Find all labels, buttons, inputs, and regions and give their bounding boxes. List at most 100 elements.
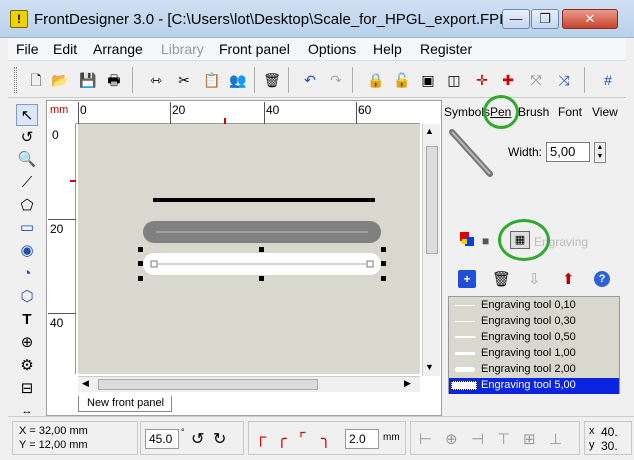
circle-tool-icon[interactable]: ◉ — [16, 240, 38, 262]
help-icon[interactable]: ? — [594, 271, 610, 287]
gear-tool-icon[interactable]: ⚙ — [16, 355, 38, 377]
menu-help[interactable]: Help — [373, 41, 402, 57]
color-fill-icon[interactable] — [460, 232, 474, 246]
selection-handle[interactable] — [138, 261, 143, 266]
tab-view[interactable]: View — [592, 105, 618, 119]
center-horizontal-icon[interactable]: ✛ — [472, 70, 492, 90]
selection-handle[interactable] — [259, 247, 264, 252]
menu-file[interactable]: File — [16, 41, 39, 57]
minimize-button[interactable]: — — [502, 9, 530, 29]
lock-icon[interactable]: 🔒 — [366, 70, 386, 90]
tab-new-front-panel[interactable]: New front panel — [78, 396, 172, 412]
node-handle[interactable] — [366, 260, 374, 268]
selection-handle[interactable] — [138, 247, 143, 252]
align-bottom-icon[interactable]: ⊥ — [549, 430, 562, 448]
menu-front-panel[interactable]: Front panel — [219, 41, 290, 57]
unlock-icon[interactable]: 🔓 — [392, 70, 412, 90]
delete-icon[interactable]: 🗑 — [262, 70, 282, 90]
center-vertical-icon[interactable]: ✚ — [498, 70, 518, 90]
list-item[interactable]: Engraving tool 0,10 — [449, 298, 619, 314]
panel-drawing — [138, 198, 386, 281]
open-folder-icon[interactable]: 📂 — [50, 70, 70, 90]
corner-round-icon[interactable]: ╭ — [277, 429, 287, 449]
hexagon-tool-icon[interactable]: ⬡ — [16, 286, 38, 308]
corner-square-icon[interactable]: ┌ — [255, 429, 266, 447]
width-spinner[interactable]: ▲ ▼ — [594, 142, 606, 163]
close-button[interactable]: ✕ — [562, 9, 618, 29]
bring-front-icon[interactable]: ▣ — [418, 70, 438, 90]
group-icon[interactable]: 👥 — [228, 70, 248, 90]
selection-handle[interactable] — [381, 261, 386, 266]
list-item-label: Engraving tool 0,30 — [481, 315, 576, 327]
polygon-tool-icon[interactable]: ⬠ — [16, 195, 38, 217]
new-file-icon[interactable]: 🗋 — [26, 70, 46, 90]
mixed-fill-icon[interactable]: ■ — [482, 234, 489, 248]
width-input[interactable]: 5,00 — [546, 142, 590, 162]
align-right-icon[interactable]: ⊣ — [471, 430, 484, 448]
menu-edit[interactable]: Edit — [53, 41, 77, 57]
align-top-icon[interactable]: ⊤ — [497, 430, 510, 448]
align-middle-icon[interactable]: ⊞ — [523, 430, 536, 448]
toolbar-grip[interactable] — [14, 67, 17, 93]
selection-handle[interactable] — [381, 276, 386, 281]
maximize-button[interactable]: ❐ — [531, 9, 559, 29]
scroll-down-icon[interactable]: ▼ — [425, 362, 434, 372]
zoom-icon[interactable]: 🔍 — [16, 149, 38, 171]
align-left-icon[interactable]: ⊢ — [419, 430, 432, 448]
corner-inner-icon[interactable]: ╮ — [321, 429, 331, 449]
vertical-scrollbar[interactable]: ▲ ▼ — [422, 124, 440, 376]
undo-icon[interactable]: ↶ — [300, 70, 320, 90]
line-tool-icon[interactable]: ⟋ — [16, 172, 38, 194]
text-tool-icon[interactable]: T — [16, 309, 38, 331]
tab-brush[interactable]: Brush — [518, 105, 549, 119]
list-item[interactable]: Engraving tool 0,30 — [449, 314, 619, 330]
selection-handle[interactable] — [381, 247, 386, 252]
scroll-left-icon[interactable]: ◀ — [82, 378, 89, 389]
collapse-icon[interactable]: ⤨ — [554, 70, 574, 90]
selection-handle[interactable] — [259, 276, 264, 281]
list-item[interactable]: Engraving tool 1,00 — [449, 346, 619, 362]
scroll-up-icon[interactable]: ▲ — [425, 126, 434, 136]
scroll-right-icon[interactable]: ▶ — [404, 378, 411, 389]
hole-tool-icon[interactable]: ⊕ — [16, 332, 38, 354]
expand-icon[interactable]: ⤧ — [526, 70, 546, 90]
save-icon[interactable]: 💾 — [78, 70, 98, 90]
scroll-thumb[interactable] — [98, 379, 318, 390]
print-icon[interactable]: 🖶 — [104, 70, 124, 90]
node-handle[interactable] — [150, 260, 158, 268]
list-item[interactable]: Engraving tool 0,50 — [449, 330, 619, 346]
corner-chamfer-icon[interactable]: ⌜ — [299, 429, 307, 449]
angle-input[interactable]: 45.0 — [145, 429, 179, 449]
menu-library[interactable]: Library — [161, 41, 204, 57]
dsub-tool-icon[interactable]: ⊟ — [16, 378, 38, 400]
arc-tool-icon[interactable]: ◔ — [16, 263, 38, 285]
list-item-selected[interactable]: Engraving tool 5,00 — [449, 378, 619, 394]
align-center-icon[interactable]: ⊕ — [445, 430, 458, 448]
menu-arrange[interactable]: Arrange — [93, 41, 143, 57]
redo-icon[interactable]: ↷ — [326, 70, 346, 90]
menu-options[interactable]: Options — [308, 41, 356, 57]
send-back-icon[interactable]: ◫ — [444, 70, 464, 90]
menu-register[interactable]: Register — [420, 41, 472, 57]
front-panel[interactable] — [78, 124, 420, 374]
rotate-tool-icon[interactable]: ↺ — [16, 127, 38, 149]
selection-handle[interactable] — [138, 276, 143, 281]
add-tool-icon[interactable]: + — [458, 270, 476, 288]
mirror-icon[interactable]: ⇿ — [146, 70, 166, 90]
tab-font[interactable]: Font — [558, 105, 582, 119]
grid-icon[interactable]: # — [598, 70, 618, 90]
cut-icon[interactable]: ✂ — [174, 70, 194, 90]
move-up-icon[interactable]: ⬆ — [562, 270, 575, 288]
horizontal-scrollbar[interactable]: ◀ ▶ — [78, 376, 420, 392]
rotate-ccw-icon[interactable]: ↺ — [191, 429, 204, 449]
move-down-icon[interactable]: ⇩ — [528, 270, 541, 288]
scroll-thumb[interactable] — [426, 146, 438, 254]
rectangle-tool-icon[interactable]: ▭ — [16, 217, 38, 239]
delete-tool-icon[interactable]: 🗑 — [492, 270, 511, 288]
paste-icon[interactable]: 📋 — [202, 70, 222, 90]
select-arrow-icon[interactable]: ↖ — [16, 104, 38, 126]
list-item[interactable]: Engraving tool 2,00 — [449, 362, 619, 378]
corner-radius-input[interactable]: 2.0 — [345, 429, 379, 449]
rotate-cw-icon[interactable]: ↻ — [213, 429, 226, 449]
alignment-box: ⊢ ⊕ ⊣ ⊤ ⊞ ⊥ — [410, 421, 580, 455]
